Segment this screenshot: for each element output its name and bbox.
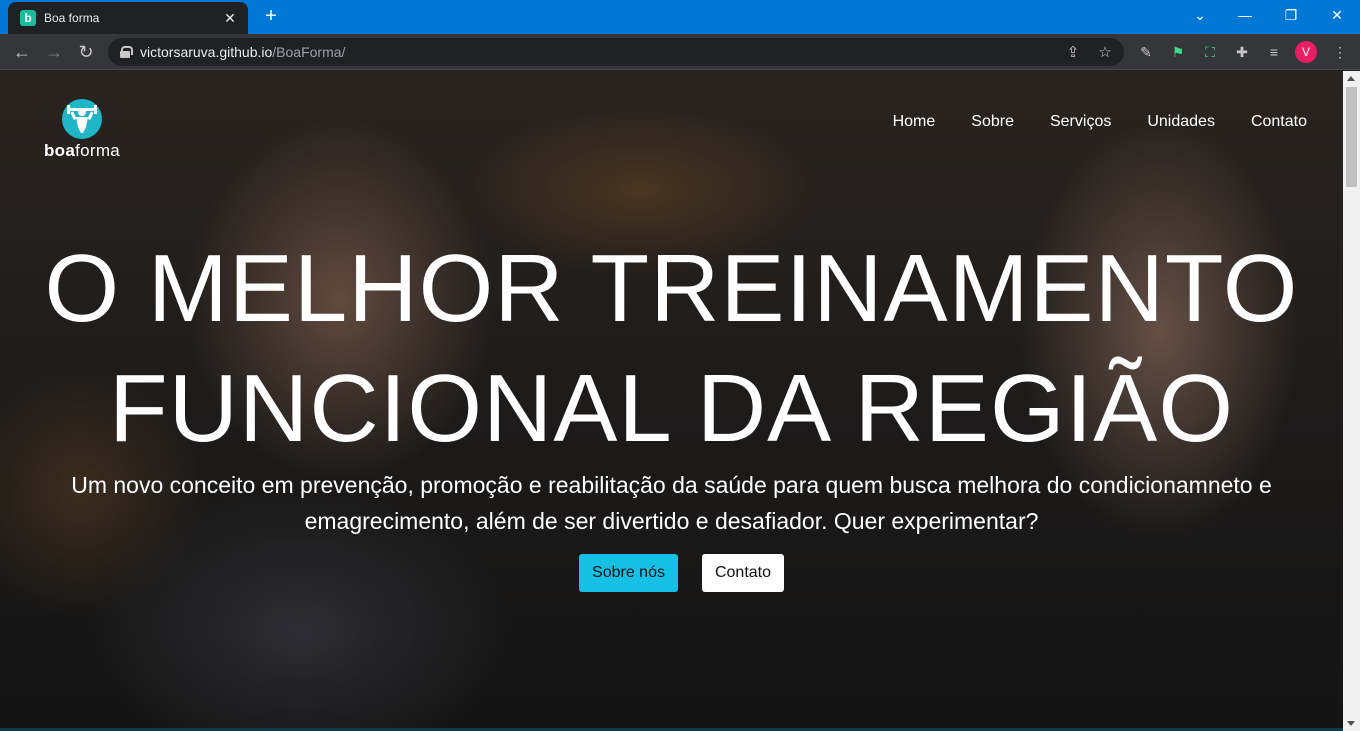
scroll-down-arrow-icon[interactable] bbox=[1347, 721, 1355, 726]
contato-button[interactable]: Contato bbox=[702, 554, 784, 592]
screenshot-extension-icon[interactable]: ⛶ bbox=[1200, 42, 1220, 62]
logo-text: boaforma bbox=[40, 141, 124, 161]
extensions-puzzle-icon[interactable]: ✚ bbox=[1232, 42, 1252, 62]
nav-unidades[interactable]: Unidades bbox=[1147, 113, 1215, 131]
nav-contato[interactable]: Contato bbox=[1251, 113, 1307, 131]
main-nav: Home Sobre Serviços Unidades Contato bbox=[893, 113, 1307, 131]
hero-subtitle: Um novo conceito em prevenção, promoção … bbox=[71, 472, 1272, 534]
url-host: victorsaruva.github.io bbox=[140, 44, 273, 60]
minimize-button[interactable]: — bbox=[1222, 0, 1268, 30]
profile-avatar[interactable]: V bbox=[1295, 41, 1317, 63]
hero-section: boaforma Home Sobre Serviços Unidades Co… bbox=[0, 71, 1343, 731]
dumbbell-logo-icon bbox=[62, 99, 102, 139]
logo-text-bold: boa bbox=[43, 141, 76, 160]
page-scrollbar[interactable] bbox=[1343, 71, 1360, 731]
runner-extension-icon[interactable]: ⚑ bbox=[1168, 42, 1188, 62]
tab-close-icon[interactable]: ✕ bbox=[222, 10, 238, 27]
menu-kebab-icon[interactable]: ⋮ bbox=[1330, 42, 1350, 62]
nav-sobre[interactable]: Sobre bbox=[971, 113, 1014, 131]
browser-tab-bar: b Boa forma ✕ + ⌄ — ❐ ✕ bbox=[0, 0, 1360, 34]
scroll-thumb[interactable] bbox=[1346, 87, 1357, 187]
restore-button[interactable]: ❐ bbox=[1268, 0, 1314, 30]
browser-toolbar: ← → ↻ victorsaruva.github.io/BoaForma/ ⇪… bbox=[0, 34, 1360, 70]
share-icon[interactable]: ⇪ bbox=[1064, 44, 1082, 62]
address-bar[interactable]: victorsaruva.github.io/BoaForma/ ⇪ ☆ bbox=[108, 38, 1124, 66]
url-path: /BoaForma/ bbox=[272, 44, 346, 60]
reload-icon[interactable]: ↻ bbox=[74, 40, 98, 64]
close-window-button[interactable]: ✕ bbox=[1314, 0, 1360, 30]
headline-line-2: FUNCIONAL DA REGIÃO bbox=[109, 355, 1234, 462]
scroll-up-arrow-icon[interactable] bbox=[1347, 76, 1355, 81]
headline-line-1: O MELHOR TREINAMENTO bbox=[44, 235, 1299, 342]
forward-icon[interactable]: → bbox=[42, 40, 66, 64]
dumbbell-icon bbox=[67, 105, 97, 133]
tab-search-icon[interactable]: ⌄ bbox=[1177, 0, 1223, 30]
new-tab-button[interactable]: + bbox=[260, 6, 282, 28]
back-icon[interactable]: ← bbox=[10, 40, 34, 64]
tab-title: Boa forma bbox=[44, 11, 100, 25]
pen-extension-icon[interactable]: ✎ bbox=[1136, 42, 1156, 62]
browser-tab[interactable]: b Boa forma ✕ bbox=[8, 2, 248, 34]
site-logo[interactable]: boaforma bbox=[40, 99, 124, 161]
favicon-icon: b bbox=[20, 10, 36, 26]
media-queue-icon[interactable]: ≡ bbox=[1264, 42, 1284, 62]
logo-text-regular: forma bbox=[75, 141, 121, 160]
bookmark-star-icon[interactable]: ☆ bbox=[1096, 44, 1114, 62]
hero-headline: O MELHOR TREINAMENTO FUNCIONAL DA REGIÃO bbox=[0, 229, 1343, 469]
lock-icon[interactable] bbox=[120, 46, 133, 58]
sobre-nos-button[interactable]: Sobre nós bbox=[579, 554, 678, 592]
nav-servicos[interactable]: Serviços bbox=[1050, 113, 1111, 131]
nav-home[interactable]: Home bbox=[893, 113, 936, 131]
